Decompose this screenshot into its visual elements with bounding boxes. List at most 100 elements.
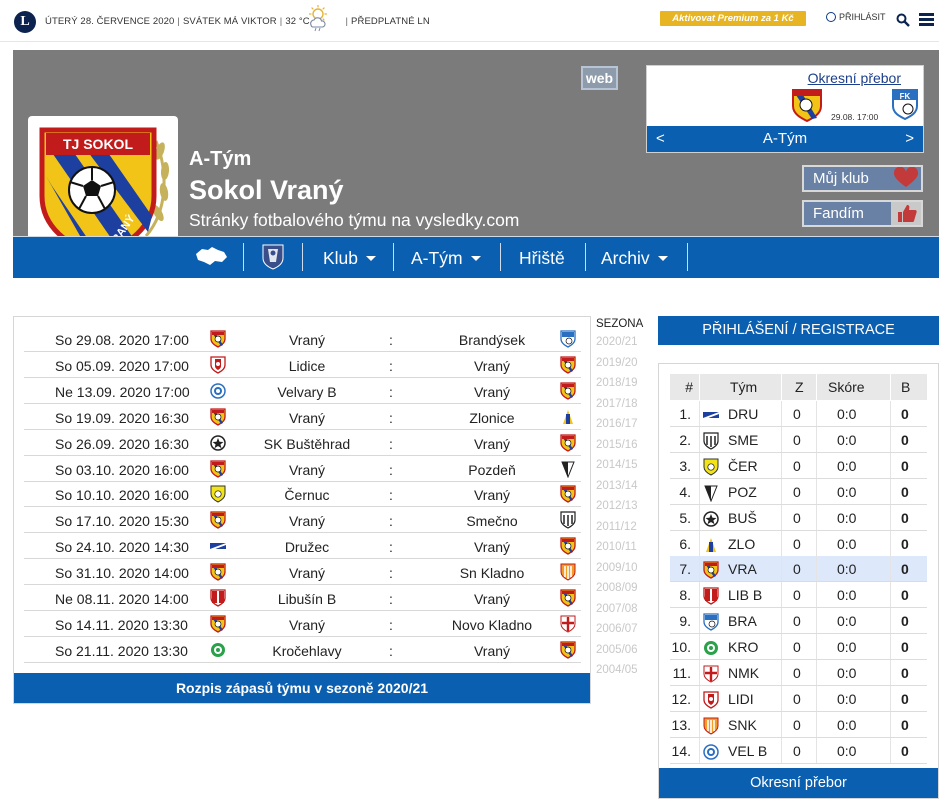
season-link[interactable]: 2017/18 bbox=[596, 394, 652, 415]
season-link[interactable]: 2014/15 bbox=[596, 455, 652, 476]
fixture-row[interactable]: So 10.10. 2020 16:00 Černuc: Vraný bbox=[24, 481, 581, 508]
fixture-row[interactable]: So 17.10. 2020 15:30 Vraný: Smečno bbox=[24, 507, 581, 534]
standings-row[interactable]: 11. NMK 0 0:0 0 bbox=[670, 660, 927, 686]
goal-score: 0:0 bbox=[837, 716, 857, 733]
fixture-date: So 17.10. 2020 15:30 bbox=[55, 513, 189, 530]
fixture-date: So 14.11. 2020 13:30 bbox=[55, 616, 188, 633]
fixture-row[interactable]: So 19.09. 2020 16:30 Vraný: Zlonice bbox=[24, 404, 581, 430]
season-link[interactable]: 2020/21 bbox=[596, 332, 652, 353]
search-icon[interactable] bbox=[896, 13, 910, 27]
fixture-row[interactable]: Ne 08.11. 2020 14:00 Libušín B: Vraný bbox=[24, 585, 581, 611]
web-link-button[interactable]: web bbox=[581, 66, 618, 90]
standings-row[interactable]: 2. SME 0 0:0 0 bbox=[670, 426, 927, 453]
away-team: Vraný bbox=[473, 357, 511, 374]
standings-row[interactable]: 13. SNK 0 0:0 0 bbox=[670, 711, 927, 738]
season-link[interactable]: 2019/20 bbox=[596, 353, 652, 374]
season-link[interactable]: 2013/14 bbox=[596, 476, 652, 497]
team-crest bbox=[703, 484, 719, 503]
standings-row[interactable]: 12. LIDI 0 0:0 0 bbox=[670, 685, 927, 712]
standings-row[interactable]: 9. BRA 0 0:0 0 bbox=[670, 608, 927, 635]
ln-logo[interactable]: L bbox=[14, 11, 36, 33]
team-abbr: DRU bbox=[728, 406, 759, 422]
czech-map-icon[interactable] bbox=[194, 245, 228, 267]
standings-row[interactable]: 3. ČER 0 0:0 0 bbox=[670, 452, 927, 479]
fixture-row[interactable]: So 31.10. 2020 14:00 Vraný: Sn Kladno bbox=[24, 559, 581, 586]
col-b-header: B bbox=[901, 379, 911, 395]
season-link[interactable]: 2016/17 bbox=[596, 414, 652, 435]
fixture-row[interactable]: So 29.08. 2020 17:00 Vraný: Brandýsek bbox=[24, 326, 581, 352]
standings-row[interactable]: 1. DRU 0 0:0 0 bbox=[670, 401, 927, 427]
goal-score: 0:0 bbox=[837, 483, 857, 500]
next-match-league-link[interactable]: Okresní přebor bbox=[808, 70, 901, 86]
season-link[interactable]: 2004/05 bbox=[596, 660, 652, 681]
region-coat-of-arms-icon[interactable] bbox=[261, 243, 285, 271]
login-registration-button[interactable]: PŘIHLÁŠENÍ / REGISTRACE bbox=[658, 316, 939, 345]
season-link[interactable]: 2018/19 bbox=[596, 373, 652, 394]
standings-league-link[interactable]: Okresní přebor bbox=[659, 768, 938, 798]
fixture-row[interactable]: So 21.11. 2020 13:30 Kročehlavy: Vraný bbox=[24, 637, 581, 663]
season-link[interactable]: 2011/12 bbox=[596, 517, 652, 538]
page-title: Sokol Vraný bbox=[189, 175, 344, 205]
standings-row[interactable]: 5. BUŠ 0 0:0 0 bbox=[670, 504, 927, 531]
team-position: 11. bbox=[672, 665, 691, 681]
goal-score: 0:0 bbox=[837, 613, 857, 630]
home-team: SK Buštěhrad bbox=[263, 435, 351, 452]
team-crest bbox=[703, 536, 719, 553]
season-link[interactable]: 2009/10 bbox=[596, 558, 652, 579]
subscription-link[interactable]: PŘEDPLATNÉ LN bbox=[351, 16, 430, 27]
standings-row[interactable]: 8. LIB B 0 0:0 0 bbox=[670, 582, 927, 609]
matches-played: 0 bbox=[793, 613, 801, 630]
home-team: Lidice bbox=[288, 357, 326, 374]
fixture-row[interactable]: So 03.10. 2020 16:00 Vraný: Pozdeň bbox=[24, 456, 581, 482]
login-link[interactable]: PŘIHLÁSIT bbox=[826, 12, 886, 22]
fixture-row[interactable]: So 26.09. 2020 16:30 SK Buštěhrad: Vraný bbox=[24, 430, 581, 456]
away-team-crest bbox=[560, 563, 576, 581]
chevron-down-icon bbox=[366, 256, 377, 261]
fixture-date: So 24.10. 2020 14:30 bbox=[55, 539, 189, 556]
points: 0 bbox=[901, 535, 909, 552]
standings-row[interactable]: 7. VRA 0 0:0 0 bbox=[670, 556, 927, 583]
season-link[interactable]: 2007/08 bbox=[596, 599, 652, 620]
season-link[interactable]: 2006/07 bbox=[596, 619, 652, 640]
fixtures-footer-link[interactable]: Rozpis zápasů týmu v sezoně 2020/21 bbox=[14, 673, 590, 703]
standings-row[interactable]: 6. ZLO 0 0:0 0 bbox=[670, 530, 927, 557]
season-link[interactable]: 2015/16 bbox=[596, 435, 652, 456]
season-link[interactable]: 2012/13 bbox=[596, 496, 652, 517]
nav-item-hriste[interactable]: Hřiště bbox=[519, 237, 565, 279]
team-crest bbox=[703, 510, 719, 527]
standings-table: # Tým Z Skóre B 1. DRU 0 0:0 0 2. SME 0 0:0 0 3. ČE… bbox=[658, 363, 939, 799]
standings-row[interactable]: 10. KRO 0 0:0 0 bbox=[670, 634, 927, 661]
season-link[interactable]: 2008/09 bbox=[596, 578, 652, 599]
goal-score: 0:0 bbox=[837, 639, 857, 656]
fan-button[interactable]: Fandím bbox=[802, 200, 923, 227]
my-club-button[interactable]: Můj klub bbox=[802, 165, 923, 192]
nav-item-klub[interactable]: Klub bbox=[323, 237, 377, 279]
standings-row[interactable]: 4. POZ 0 0:0 0 bbox=[670, 478, 927, 505]
season-link[interactable]: 2005/06 bbox=[596, 640, 652, 661]
fixture-date: So 03.10. 2020 16:00 bbox=[55, 461, 189, 478]
standings-row[interactable]: 14. VEL B 0 0:0 0 bbox=[670, 737, 927, 764]
team-abbr: BUŠ bbox=[728, 509, 757, 526]
away-team: Brandýsek bbox=[458, 332, 526, 348]
heart-icon bbox=[893, 166, 919, 187]
nav-item-archiv[interactable]: Archiv bbox=[601, 237, 668, 279]
season-link[interactable]: 2010/11 bbox=[596, 537, 652, 558]
home-team: Libušín B bbox=[277, 591, 337, 607]
matches-played: 0 bbox=[793, 561, 801, 578]
next-match-next-button[interactable]: > bbox=[905, 126, 914, 152]
my-club-label: Můj klub bbox=[813, 170, 869, 187]
away-team: Zlonice bbox=[469, 409, 515, 426]
team-abbr: KRO bbox=[728, 639, 759, 656]
away-team: Pozdeň bbox=[468, 461, 516, 478]
nav-item-a-tym[interactable]: A-Tým bbox=[411, 237, 481, 279]
fixture-row[interactable]: So 14.11. 2020 13:30 Vraný: Novo Kladno bbox=[24, 611, 581, 637]
fixture-row[interactable]: So 24.10. 2020 14:30 Družec: Vraný bbox=[24, 533, 581, 560]
fixture-row[interactable]: Ne 13.09. 2020 17:00 Velvary B: Vraný bbox=[24, 378, 581, 404]
home-team: Vraný bbox=[288, 513, 326, 530]
col-team-header: Tým bbox=[730, 379, 758, 395]
premium-button[interactable]: Aktivovat Premium za 1 Kč bbox=[660, 11, 806, 26]
hamburger-menu-icon[interactable] bbox=[919, 13, 934, 26]
points: 0 bbox=[901, 406, 909, 422]
fixture-row[interactable]: So 05.09. 2020 17:00 Lidice: Vraný bbox=[24, 352, 581, 378]
next-match-prev-button[interactable]: < bbox=[656, 126, 665, 152]
